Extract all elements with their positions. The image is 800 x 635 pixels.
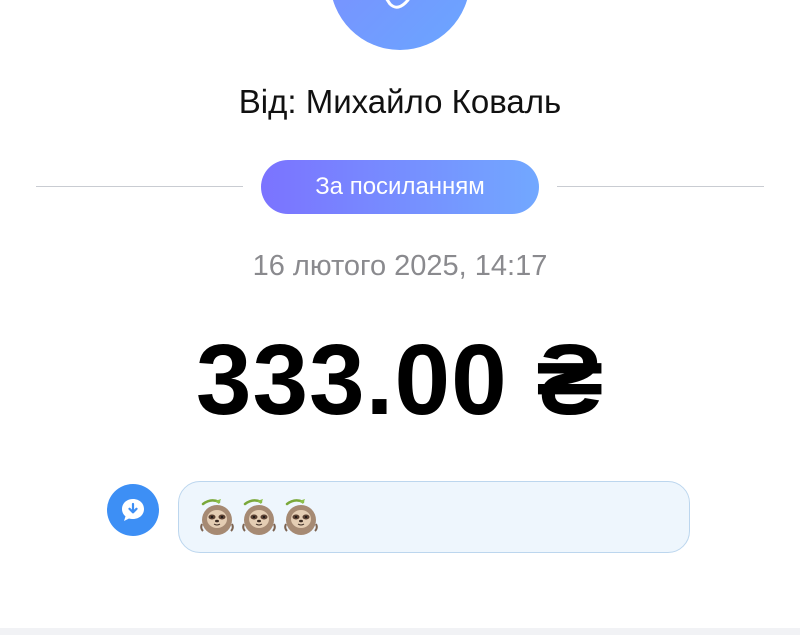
transfer-type-badge: За посиланням <box>261 160 539 214</box>
bottom-panel-edge <box>0 628 800 635</box>
sender-name: Від: Михайло Коваль <box>238 83 562 120</box>
comment-download-icon[interactable] <box>107 484 159 536</box>
divider-right <box>557 186 764 187</box>
transaction-datetime: 16 лютого 2025, 14:17 <box>252 250 548 282</box>
comment-bubble <box>178 481 690 553</box>
transaction-amount: 333.00 ₴ <box>195 324 605 436</box>
sloth-emoji-icon <box>284 499 318 535</box>
sender-avatar <box>330 0 470 50</box>
comment-emojis <box>197 498 321 538</box>
pin-icon <box>385 0 410 9</box>
sloth-emoji-icon <box>200 499 234 535</box>
sloth-emoji-icon <box>242 499 276 535</box>
divider-left <box>36 186 243 187</box>
